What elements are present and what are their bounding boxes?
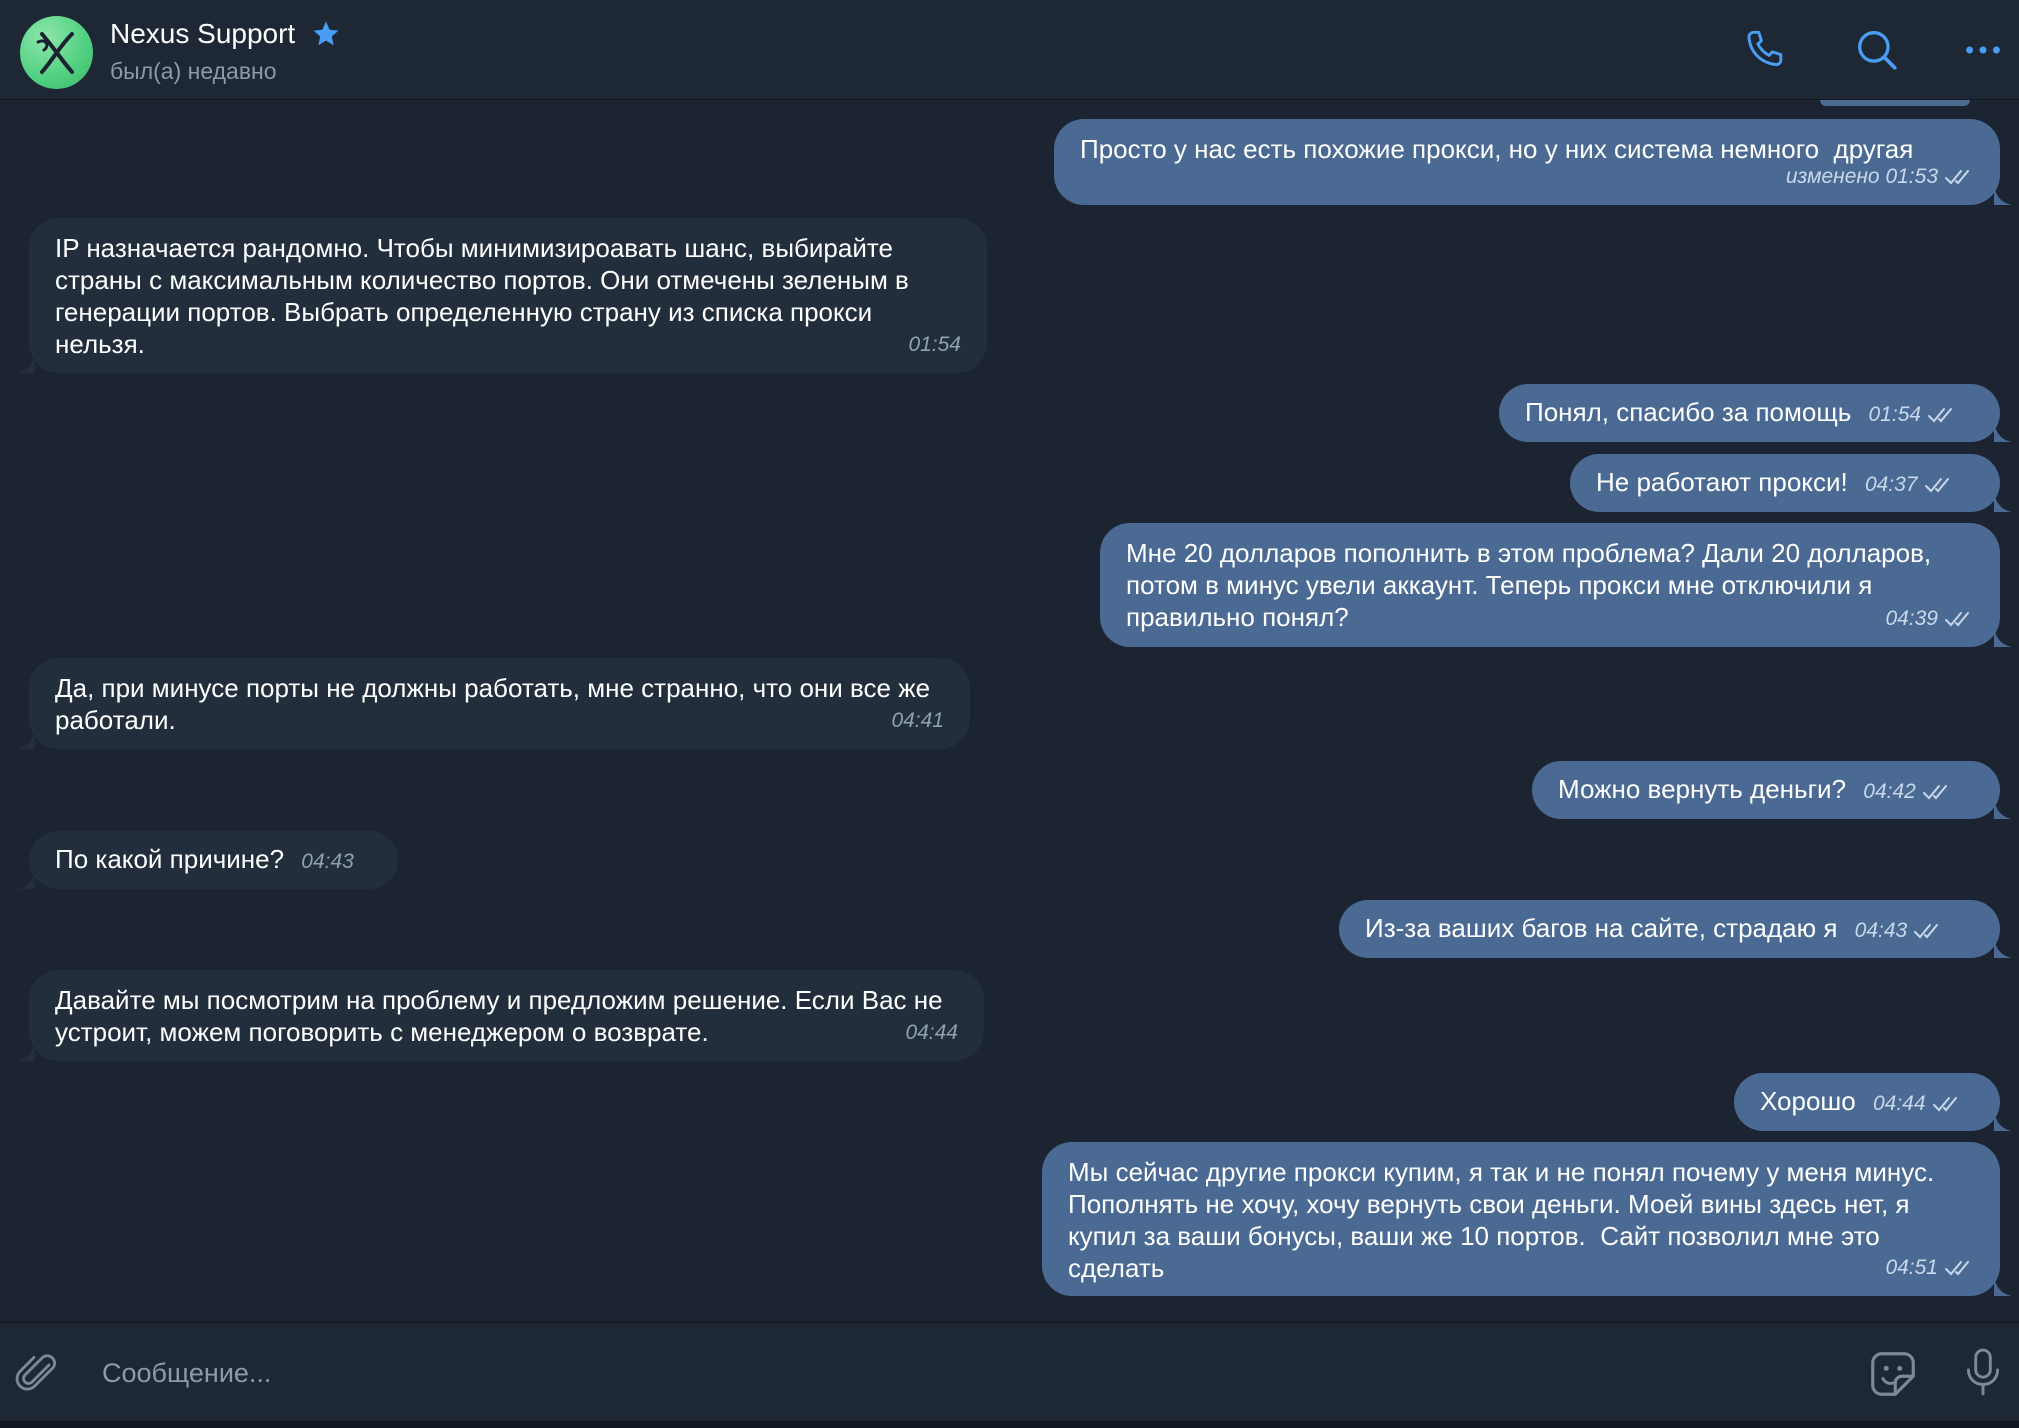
message-text: Давайте мы посмотрим на проблему и предл… [55, 985, 950, 1047]
outgoing-message[interactable]: Можно вернуть деньги? 04:42 [1532, 761, 2012, 819]
attach-icon[interactable] [14, 1350, 62, 1398]
avatar-logo-icon [36, 32, 74, 74]
bubble-tail [1994, 492, 2012, 512]
message-composer [0, 1322, 2019, 1421]
message-time: 01:54 [1868, 403, 1922, 426]
outgoing-message[interactable]: Мы сейчас другие прокси купим, я так и н… [1042, 1142, 2012, 1296]
message-list[interactable]: Просто у нас есть похожие прокси, но у н… [0, 100, 2019, 1322]
window-bottom-edge [0, 1421, 2019, 1428]
message-input[interactable] [100, 1349, 1804, 1397]
message-time: 04:41 [891, 709, 944, 732]
search-icon[interactable] [1852, 25, 1902, 75]
read-check-icon [1945, 170, 1969, 185]
phone-icon[interactable] [1740, 25, 1790, 75]
message-text: Понял, спасибо за помощь [1525, 397, 1852, 427]
message-text: Мы сейчас другие прокси купим, я так и н… [1068, 1157, 1942, 1283]
message-meta: 04:39 [1885, 603, 1974, 635]
message-time: 04:44 [1872, 1092, 1926, 1115]
message-meta: 01:54 [1869, 399, 1958, 431]
message-meta: 04:43 [301, 846, 354, 878]
read-check-icon [1922, 785, 1947, 800]
bubble-tail [1994, 799, 2012, 819]
message-time: 04:42 [1863, 780, 1916, 803]
message-text: Можно вернуть деньги? [1558, 774, 1847, 804]
sticker-icon[interactable] [1866, 1347, 1920, 1401]
bubble-tail [17, 1041, 35, 1061]
read-check-icon [1914, 924, 1939, 939]
previous-message-edge [1820, 100, 1970, 106]
message-meta: 04:42 [1863, 776, 1952, 808]
message-text: Не работают прокси! [1596, 467, 1848, 497]
read-check-icon [1924, 478, 1949, 493]
avatar[interactable] [20, 16, 93, 89]
bubble-tail [1994, 1276, 2012, 1296]
bubble-tail [17, 869, 35, 889]
outgoing-message[interactable]: Понял, спасибо за помощь 01:54 [1499, 384, 2012, 442]
message-time: 04:37 [1864, 473, 1918, 496]
bubble-tail [1994, 938, 2012, 958]
read-check-icon [1945, 1261, 1969, 1276]
bubble-tail [1994, 422, 2012, 442]
incoming-message[interactable]: Да, при минусе порты не должны работать,… [17, 658, 970, 749]
message-text: Мне 20 долларов пополнить в этом проблем… [1126, 538, 1939, 632]
outgoing-message[interactable]: Не работают прокси! 04:37 [1570, 454, 2012, 512]
message-time: 04:39 [1885, 607, 1938, 630]
contact-name[interactable]: Nexus Support [110, 18, 295, 50]
message-meta: 04:37 [1865, 469, 1954, 501]
message-meta: 04:41 [891, 705, 944, 737]
microphone-icon[interactable] [1958, 1345, 2008, 1401]
bubble-tail [1994, 185, 2012, 205]
bubble-tail [17, 729, 35, 749]
message-time: 04:44 [905, 1021, 958, 1044]
verified-star-icon [313, 21, 339, 46]
outgoing-message[interactable]: Просто у нас есть похожие прокси, но у н… [1054, 119, 2012, 205]
message-text: Хорошо [1760, 1086, 1856, 1116]
message-meta: 04:44 [1873, 1088, 1962, 1120]
message-meta: 04:51 [1885, 1252, 1974, 1284]
more-icon[interactable] [1960, 25, 2006, 75]
incoming-message[interactable]: По какой причине? 04:43 [17, 831, 398, 889]
bubble-tail [1994, 1111, 2012, 1131]
message-time: изменено 01:53 [1785, 165, 1938, 188]
incoming-message[interactable]: Давайте мы посмотрим на проблему и предл… [17, 970, 984, 1061]
outgoing-message[interactable]: Мне 20 долларов пополнить в этом проблем… [1100, 523, 2012, 647]
message-meta: 04:44 [905, 1017, 958, 1049]
message-time: 04:43 [301, 850, 354, 873]
message-time: 04:43 [1854, 919, 1908, 942]
incoming-message[interactable]: IP назначается рандомно. Чтобы минимизир… [17, 218, 987, 373]
outgoing-message[interactable]: Хорошо 04:44 [1734, 1073, 2012, 1131]
read-check-icon [1928, 408, 1953, 423]
message-meta: изменено 01:53 [1786, 161, 1974, 193]
chat-header: Nexus Support был(а) недавно [0, 0, 2019, 100]
message-text: Да, при минусе порты не должны работать,… [55, 673, 938, 735]
bubble-tail [1994, 627, 2012, 647]
message-text: Из-за ваших багов на сайте, страдаю я [1365, 913, 1838, 943]
message-text: По какой причине? [55, 844, 285, 874]
contact-status: был(а) недавно [110, 58, 277, 84]
message-meta: 04:43 [1855, 915, 1944, 947]
message-meta: 01:54 [908, 329, 961, 361]
outgoing-message[interactable]: Из-за ваших багов на сайте, страдаю я 04… [1339, 900, 2012, 958]
message-text: IP назначается рандомно. Чтобы минимизир… [55, 233, 917, 359]
message-time: 01:54 [908, 333, 961, 356]
read-check-icon [1945, 612, 1969, 627]
message-time: 04:51 [1885, 1256, 1938, 1279]
bubble-tail [17, 353, 35, 373]
read-check-icon [1932, 1097, 1957, 1112]
